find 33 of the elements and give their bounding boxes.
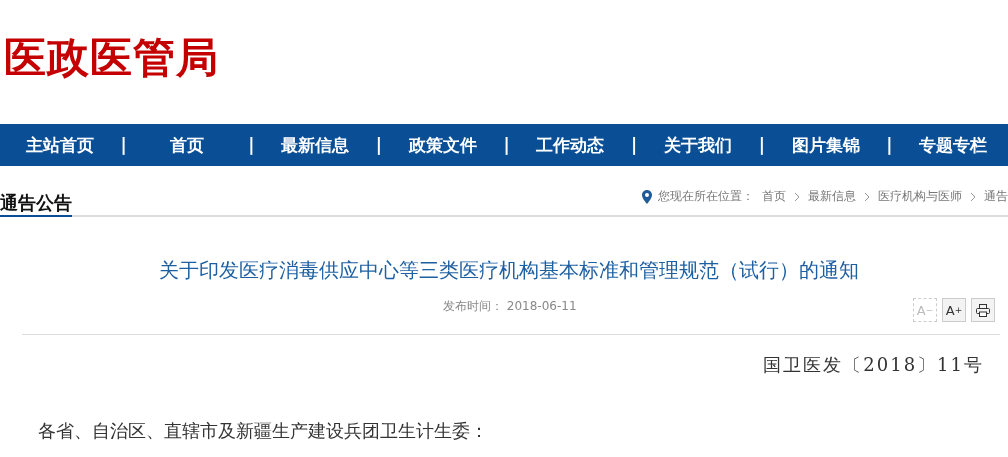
font-larger-button[interactable]: A$^{+}$: [942, 298, 966, 322]
publish-date: 发布时间： 2018-06-11: [443, 298, 577, 315]
nav-link[interactable]: 图片集锦: [770, 133, 881, 157]
section-title: 通告公告: [0, 192, 72, 217]
print-button[interactable]: [971, 298, 995, 322]
document-number: 国卫医发〔2018〕11号: [762, 353, 984, 377]
nav-link[interactable]: 关于我们: [643, 133, 753, 157]
chevron-icon: [864, 191, 870, 202]
nav-separator: |: [885, 135, 894, 155]
breadcrumb-link[interactable]: 最新信息: [808, 188, 856, 205]
nav-separator: |: [119, 135, 128, 155]
chevron-icon: [970, 191, 976, 202]
salutation-text: 各省、自治区、直辖市及新疆生产建设兵团卫生计生委：: [38, 419, 489, 443]
breadcrumb-label: 您现在所在位置：: [658, 188, 754, 205]
nav-separator: |: [374, 135, 383, 155]
nav-link[interactable]: 政策文件: [387, 133, 498, 157]
article-title: 关于印发医疗消毒供应中心等三类医疗机构基本标准和管理规范（试行）的通知: [158, 257, 860, 283]
breadcrumb-link[interactable]: 医疗机构与医师: [878, 188, 962, 205]
nav-link[interactable]: 主站首页: [5, 133, 115, 157]
nav-separator: |: [247, 135, 256, 155]
nav-separator: |: [502, 135, 511, 155]
printer-icon: [976, 303, 990, 317]
breadcrumb-link[interactable]: 通告: [984, 188, 1008, 205]
nav-separator: |: [757, 135, 766, 155]
nav-link[interactable]: 专题专栏: [898, 133, 1008, 157]
nav-link[interactable]: 工作动态: [515, 133, 626, 157]
nav-separator: |: [630, 135, 639, 155]
location-pin-icon: [642, 189, 652, 204]
breadcrumb-link[interactable]: 首页: [762, 188, 786, 205]
chevron-icon: [794, 191, 800, 202]
site-logo: 医政医管局: [3, 32, 220, 84]
nav-link[interactable]: 首页: [132, 133, 243, 157]
nav-link[interactable]: 最新信息: [260, 133, 370, 157]
